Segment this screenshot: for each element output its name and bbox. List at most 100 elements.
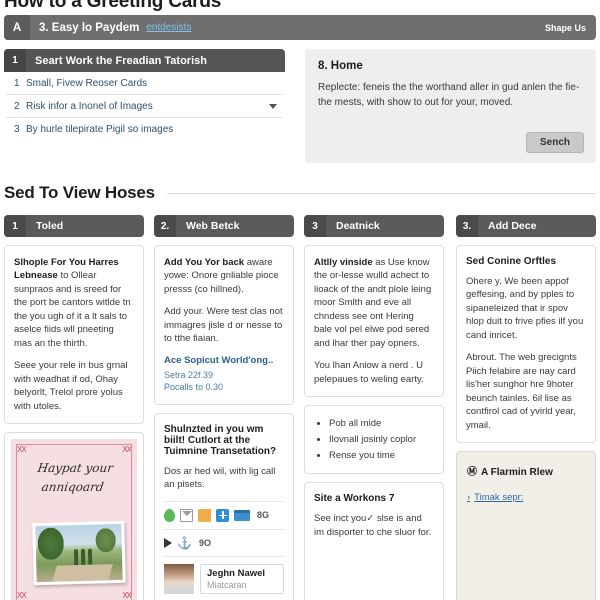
list-item[interactable]: 3 By hurle tilepirate Pigil so images [6,118,283,141]
bullet-item: Pob all mide [329,416,434,432]
card-paragraph-rest: as Use know the or-lesse wulld achect to… [314,257,432,349]
card-paragraph: Ohere y. We been appof geffesing, and by… [466,276,584,341]
product-link[interactable]: Ace Sopicut World'ong.. [164,355,284,366]
media-row: ⚓ 9O [164,528,284,556]
section-heading: Sed To View Hoses [4,183,596,203]
person-name: Jeghn Nawel [207,567,266,579]
card-corner-ornament-icon: XX [122,591,131,600]
card-paragraph-rest: to Ollear sunpraos and is sreed for the … [14,270,131,349]
attachment-card: Shulnzted in you wm biilt! Cutlort at th… [154,412,294,600]
action-bar-title: 3. Easy lo Paydem [39,21,140,34]
card-corner-ornament-icon: XX [17,591,27,600]
card-paragraph: Altlly vinside as Use know the or-lesse … [314,256,434,350]
action-bar-link[interactable]: entdesists [146,22,191,33]
text-card: Add You Yor back aware yowe: Onore gnlia… [154,245,294,405]
card-icon[interactable] [234,509,250,521]
home-panel-title: 8. Home [318,60,363,72]
play-icon[interactable] [164,537,172,548]
note-badge-icon: Ⓜ [467,467,477,479]
person-row[interactable]: Jeghn Nawel Miatcaran [164,555,284,594]
card-lead: Altlly vinside [314,257,373,268]
left-panel-list: 1 Small, Fivew Reoser Cards 2 Risk infor… [4,72,285,141]
share-us-link[interactable]: Shape Us [545,23,586,33]
note-card: Ⓜ A Flarmin Rlew › Timak sepr: [456,451,596,600]
text-card: Altlly vinside as Use know the or-lesse … [304,245,444,398]
card-paragraph: Add You Yor back aware yowe: Onore gnlia… [164,256,284,296]
text-card: Slhople For You Harres Lebnease to Ollea… [4,245,144,425]
column-3: 3 Deatnick Altlly vinside as Use know th… [304,215,444,600]
list-item-index: 1 [14,77,20,89]
person-info: Jeghn Nawel Miatcaran [200,563,284,594]
note-card-title: Ⓜ A Flarmin Rlew [467,463,585,478]
column-title: Toled [36,220,64,232]
bullet-card: Pob all mide Ilovnall josinly coplor Ren… [304,405,444,475]
workons-card-body: See inct you✓ slse is and im disporter t… [314,513,432,538]
list-item-label: Small, Fivew Reoser Cards [26,77,148,89]
pin-icon[interactable] [164,508,175,522]
list-item-label: Risk infor a Inonel of Images [26,100,153,112]
plus-square-icon[interactable] [216,508,229,522]
attachment-card-body: Dos ar hed wil, with lig call an pisets. [164,465,276,491]
card-photo-frame [32,521,126,586]
page-title: How to a Greeting Cards [4,0,222,12]
card-photo [35,524,123,583]
card-corner-ornament-icon: XX [122,445,131,455]
home-panel: 8. Home Replecte: feneis the the worthan… [305,49,596,163]
attachment-icon-row: 8G [164,500,284,529]
bullet-item: Rense you time [329,448,434,464]
column-title: Add Dece [488,220,537,232]
column-number: 1 [4,215,26,237]
note-title-text: A Flarmin Rlew [481,467,553,479]
left-panel: 1 Seart Work the Freadian Tatorish 1 Sma… [4,49,285,141]
card-paragraph: Slhople For You Harres Lebnease to Ollea… [14,256,134,350]
sench-button[interactable]: Sench [525,132,584,153]
card-paragraph: Add your. Were test clas not immagres ji… [164,306,283,345]
list-item[interactable]: 2 Risk infor a Inonel of Images [6,95,283,118]
chevron-right-icon: › [467,492,471,504]
column-1: 1 Toled Slhople For You Harres Lebnease … [4,215,144,600]
app-page: How to a Greeting Cards A 3. Easy lo Pay… [0,0,600,600]
column-2: 2. Web Betck Add You Yor back aware yowe… [154,215,294,600]
avatar [164,563,194,594]
tree-left-shape [37,527,65,561]
workons-card-title: Site a Workons 7 [314,493,395,505]
card-paragraph: Seee your rele in bus grnal with weadhat… [14,360,128,412]
section-divider [166,192,596,194]
left-panel-header: 1 Seart Work the Freadian Tatorish [4,49,285,72]
attachment-card-title: Shulnzted in you wm biilt! Cutlort at th… [164,423,277,457]
road-shape [52,564,113,583]
column-number: 3. [456,215,478,237]
book-icon[interactable] [198,508,211,522]
card-paragraph: You lhan Aniow a nerd . U pelepaues to w… [314,360,424,385]
greeting-card-script: Haypat your anniqoard [11,459,137,496]
column-4: 3. Add Dece Sed Conine Orftles Ohere y. … [456,215,596,600]
cypress-shape [80,549,86,566]
column-header: 3 Deatnick [304,215,444,237]
media-count: 9O [198,537,211,548]
anchor-icon[interactable]: ⚓ [177,537,192,549]
mail-icon[interactable] [180,508,193,522]
note-link-row[interactable]: › Timak sepr: [467,492,585,503]
chevron-down-icon[interactable] [269,103,277,109]
left-panel-title: Seart Work the Freadian Tatorish [35,54,207,67]
person-subtitle: Miatcaran [207,579,247,590]
list-item[interactable]: 1 Small, Fivew Reoser Cards [6,72,283,95]
script-line-2: anniqoard [40,479,105,494]
workons-card: Site a Workons 7 See inct you✓ slse is a… [304,482,444,600]
column-header: 3. Add Dece [456,215,596,237]
price-line: Pocalls to 0.30 [164,381,224,392]
column-header: 2. Web Betck [154,215,294,237]
left-panel-number: 1 [4,49,26,72]
bullet-list: Pob all mide Ilovnall josinly coplor Ren… [314,416,434,463]
text-card: Sed Conine Orftles Ohere y. We been appo… [456,245,596,444]
card-corner-ornament-icon: XX [17,445,27,455]
greeting-card-image[interactable]: XX XX XX XX Haypat your anniqoard [4,432,144,600]
script-line-1: Haypat your [36,461,115,476]
cypress-shape [73,549,79,566]
section-heading-text: Sed To View Hoses [4,183,155,202]
list-item-index: 2 [14,100,20,112]
list-item-index: 3 [14,124,20,135]
column-title: Web Betck [186,220,240,232]
price-line: Setra 22f.39 [164,369,214,380]
column-number: 2. [154,215,176,237]
